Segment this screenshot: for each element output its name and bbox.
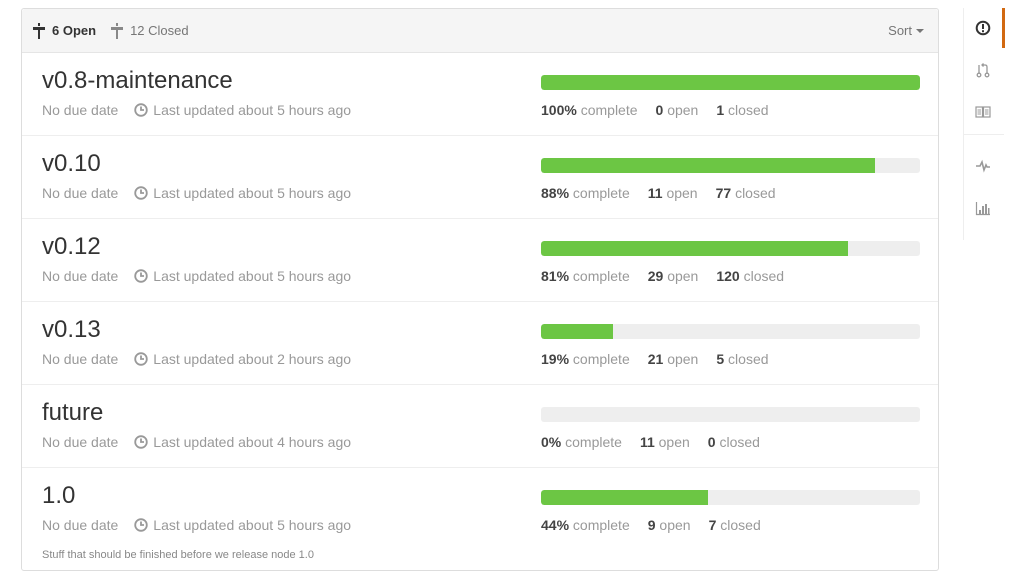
milestone-meta: No due date Last updated about 5 hours a… bbox=[42, 517, 351, 533]
percent-complete: 44% complete bbox=[541, 517, 630, 533]
last-updated: Last updated about 4 hours ago bbox=[153, 434, 352, 450]
open-issues-link[interactable]: 21 open bbox=[648, 351, 699, 367]
last-updated: Last updated about 5 hours ago bbox=[153, 102, 352, 118]
due-date: No due date bbox=[42, 102, 119, 118]
milestone-list: v0.8-maintenance No due date Last update… bbox=[22, 53, 938, 572]
open-issues-link[interactable]: 11 open bbox=[648, 185, 698, 201]
sort-dropdown[interactable]: Sort bbox=[888, 23, 924, 38]
milestone-title-link[interactable]: v0.12 bbox=[42, 233, 101, 261]
repo-sidenav bbox=[963, 8, 1009, 240]
clock-icon bbox=[134, 186, 148, 200]
progress-bar bbox=[541, 324, 920, 339]
milestone-row: future No due date Last updated about 4 … bbox=[22, 385, 938, 468]
open-issues-link[interactable]: 29 open bbox=[648, 268, 699, 284]
milestone-title-link[interactable]: future bbox=[42, 399, 103, 427]
milestone-meta: No due date Last updated about 5 hours a… bbox=[42, 185, 351, 201]
last-updated: Last updated about 5 hours ago bbox=[153, 517, 352, 533]
progress-bar bbox=[541, 241, 920, 256]
milestone-description: Stuff that should be finished before we … bbox=[42, 549, 314, 561]
percent-complete: 100% complete bbox=[541, 102, 638, 118]
progress-bar bbox=[541, 490, 920, 505]
milestone-icon bbox=[111, 22, 124, 39]
issues-icon bbox=[975, 20, 991, 36]
progress-bar bbox=[541, 407, 920, 422]
milestone-title-link[interactable]: 1.0 bbox=[42, 482, 75, 510]
milestone-meta: No due date Last updated about 5 hours a… bbox=[42, 102, 351, 118]
milestone-stats: 100% complete 0 open 1 closed bbox=[541, 102, 787, 118]
due-date: No due date bbox=[42, 434, 119, 450]
milestone-title-link[interactable]: v0.8-maintenance bbox=[42, 67, 233, 95]
open-issues-link[interactable]: 9 open bbox=[648, 517, 691, 533]
open-milestones-tab[interactable]: 6 Open bbox=[32, 22, 97, 39]
nav-divider bbox=[964, 134, 1004, 135]
nav-pull-requests[interactable] bbox=[964, 50, 1002, 90]
sort-label: Sort bbox=[888, 23, 912, 38]
progress-bar bbox=[541, 158, 920, 173]
open-issues-link[interactable]: 0 open bbox=[656, 102, 699, 118]
caret-down-icon bbox=[916, 29, 924, 33]
milestone-row: v0.10 No due date Last updated about 5 h… bbox=[22, 136, 938, 219]
progress-fill bbox=[541, 324, 613, 339]
milestone-meta: No due date Last updated about 5 hours a… bbox=[42, 268, 351, 284]
milestone-stats: 88% complete 11 open 77 closed bbox=[541, 185, 794, 201]
percent-complete: 81% complete bbox=[541, 268, 630, 284]
nav-wiki[interactable] bbox=[964, 92, 1002, 132]
percent-complete: 19% complete bbox=[541, 351, 630, 367]
milestone-stats: 0% complete 11 open 0 closed bbox=[541, 434, 778, 450]
percent-complete: 0% complete bbox=[541, 434, 622, 450]
milestone-row: 1.0 No due date Last updated about 5 hou… bbox=[22, 468, 938, 572]
progress-fill bbox=[541, 241, 848, 256]
milestone-meta: No due date Last updated about 2 hours a… bbox=[42, 351, 351, 367]
progress-fill bbox=[541, 490, 708, 505]
clock-icon bbox=[134, 269, 148, 283]
due-date: No due date bbox=[42, 517, 119, 533]
percent-complete: 88% complete bbox=[541, 185, 630, 201]
milestone-stats: 44% complete 9 open 7 closed bbox=[541, 517, 779, 533]
last-updated: Last updated about 2 hours ago bbox=[153, 351, 352, 367]
milestone-meta: No due date Last updated about 4 hours a… bbox=[42, 434, 351, 450]
closed-issues-link[interactable]: 0 closed bbox=[708, 434, 760, 450]
milestone-row: v0.8-maintenance No due date Last update… bbox=[22, 53, 938, 136]
closed-issues-link[interactable]: 1 closed bbox=[716, 102, 768, 118]
wiki-icon bbox=[975, 106, 991, 118]
closed-milestones-tab[interactable]: 12 Closed bbox=[110, 22, 189, 39]
milestones-panel: 6 Open 12 Closed Sort v0.8-maintenance N… bbox=[21, 8, 939, 571]
graphs-icon bbox=[975, 202, 990, 216]
closed-issues-link[interactable]: 120 closed bbox=[716, 268, 784, 284]
last-updated: Last updated about 5 hours ago bbox=[153, 268, 352, 284]
milestones-header: 6 Open 12 Closed Sort bbox=[22, 9, 938, 53]
clock-icon bbox=[134, 435, 148, 449]
open-milestones-label: 6 Open bbox=[52, 23, 97, 38]
milestone-icon bbox=[33, 22, 45, 39]
closed-issues-link[interactable]: 7 closed bbox=[709, 517, 761, 533]
clock-icon bbox=[134, 103, 148, 117]
open-issues-link[interactable]: 11 open bbox=[640, 434, 690, 450]
milestone-title-link[interactable]: v0.10 bbox=[42, 150, 101, 178]
nav-issues[interactable] bbox=[964, 8, 1005, 48]
due-date: No due date bbox=[42, 185, 119, 201]
milestone-row: v0.13 No due date Last updated about 2 h… bbox=[22, 302, 938, 385]
due-date: No due date bbox=[42, 268, 119, 284]
pulse-icon bbox=[976, 159, 990, 173]
closed-issues-link[interactable]: 5 closed bbox=[716, 351, 768, 367]
milestone-stats: 81% complete 29 open 120 closed bbox=[541, 268, 802, 284]
clock-icon bbox=[134, 518, 148, 532]
progress-fill bbox=[541, 75, 920, 90]
progress-bar bbox=[541, 75, 920, 90]
milestone-stats: 19% complete 21 open 5 closed bbox=[541, 351, 787, 367]
pull-requests-icon bbox=[976, 63, 990, 78]
progress-fill bbox=[541, 158, 875, 173]
milestone-title-link[interactable]: v0.13 bbox=[42, 316, 101, 344]
due-date: No due date bbox=[42, 351, 119, 367]
closed-issues-link[interactable]: 77 closed bbox=[716, 185, 776, 201]
nav-graphs[interactable] bbox=[964, 188, 1002, 228]
last-updated: Last updated about 5 hours ago bbox=[153, 185, 352, 201]
milestone-row: v0.12 No due date Last updated about 5 h… bbox=[22, 219, 938, 302]
clock-icon bbox=[134, 352, 148, 366]
nav-pulse[interactable] bbox=[964, 146, 1002, 186]
closed-milestones-label: 12 Closed bbox=[130, 23, 189, 38]
